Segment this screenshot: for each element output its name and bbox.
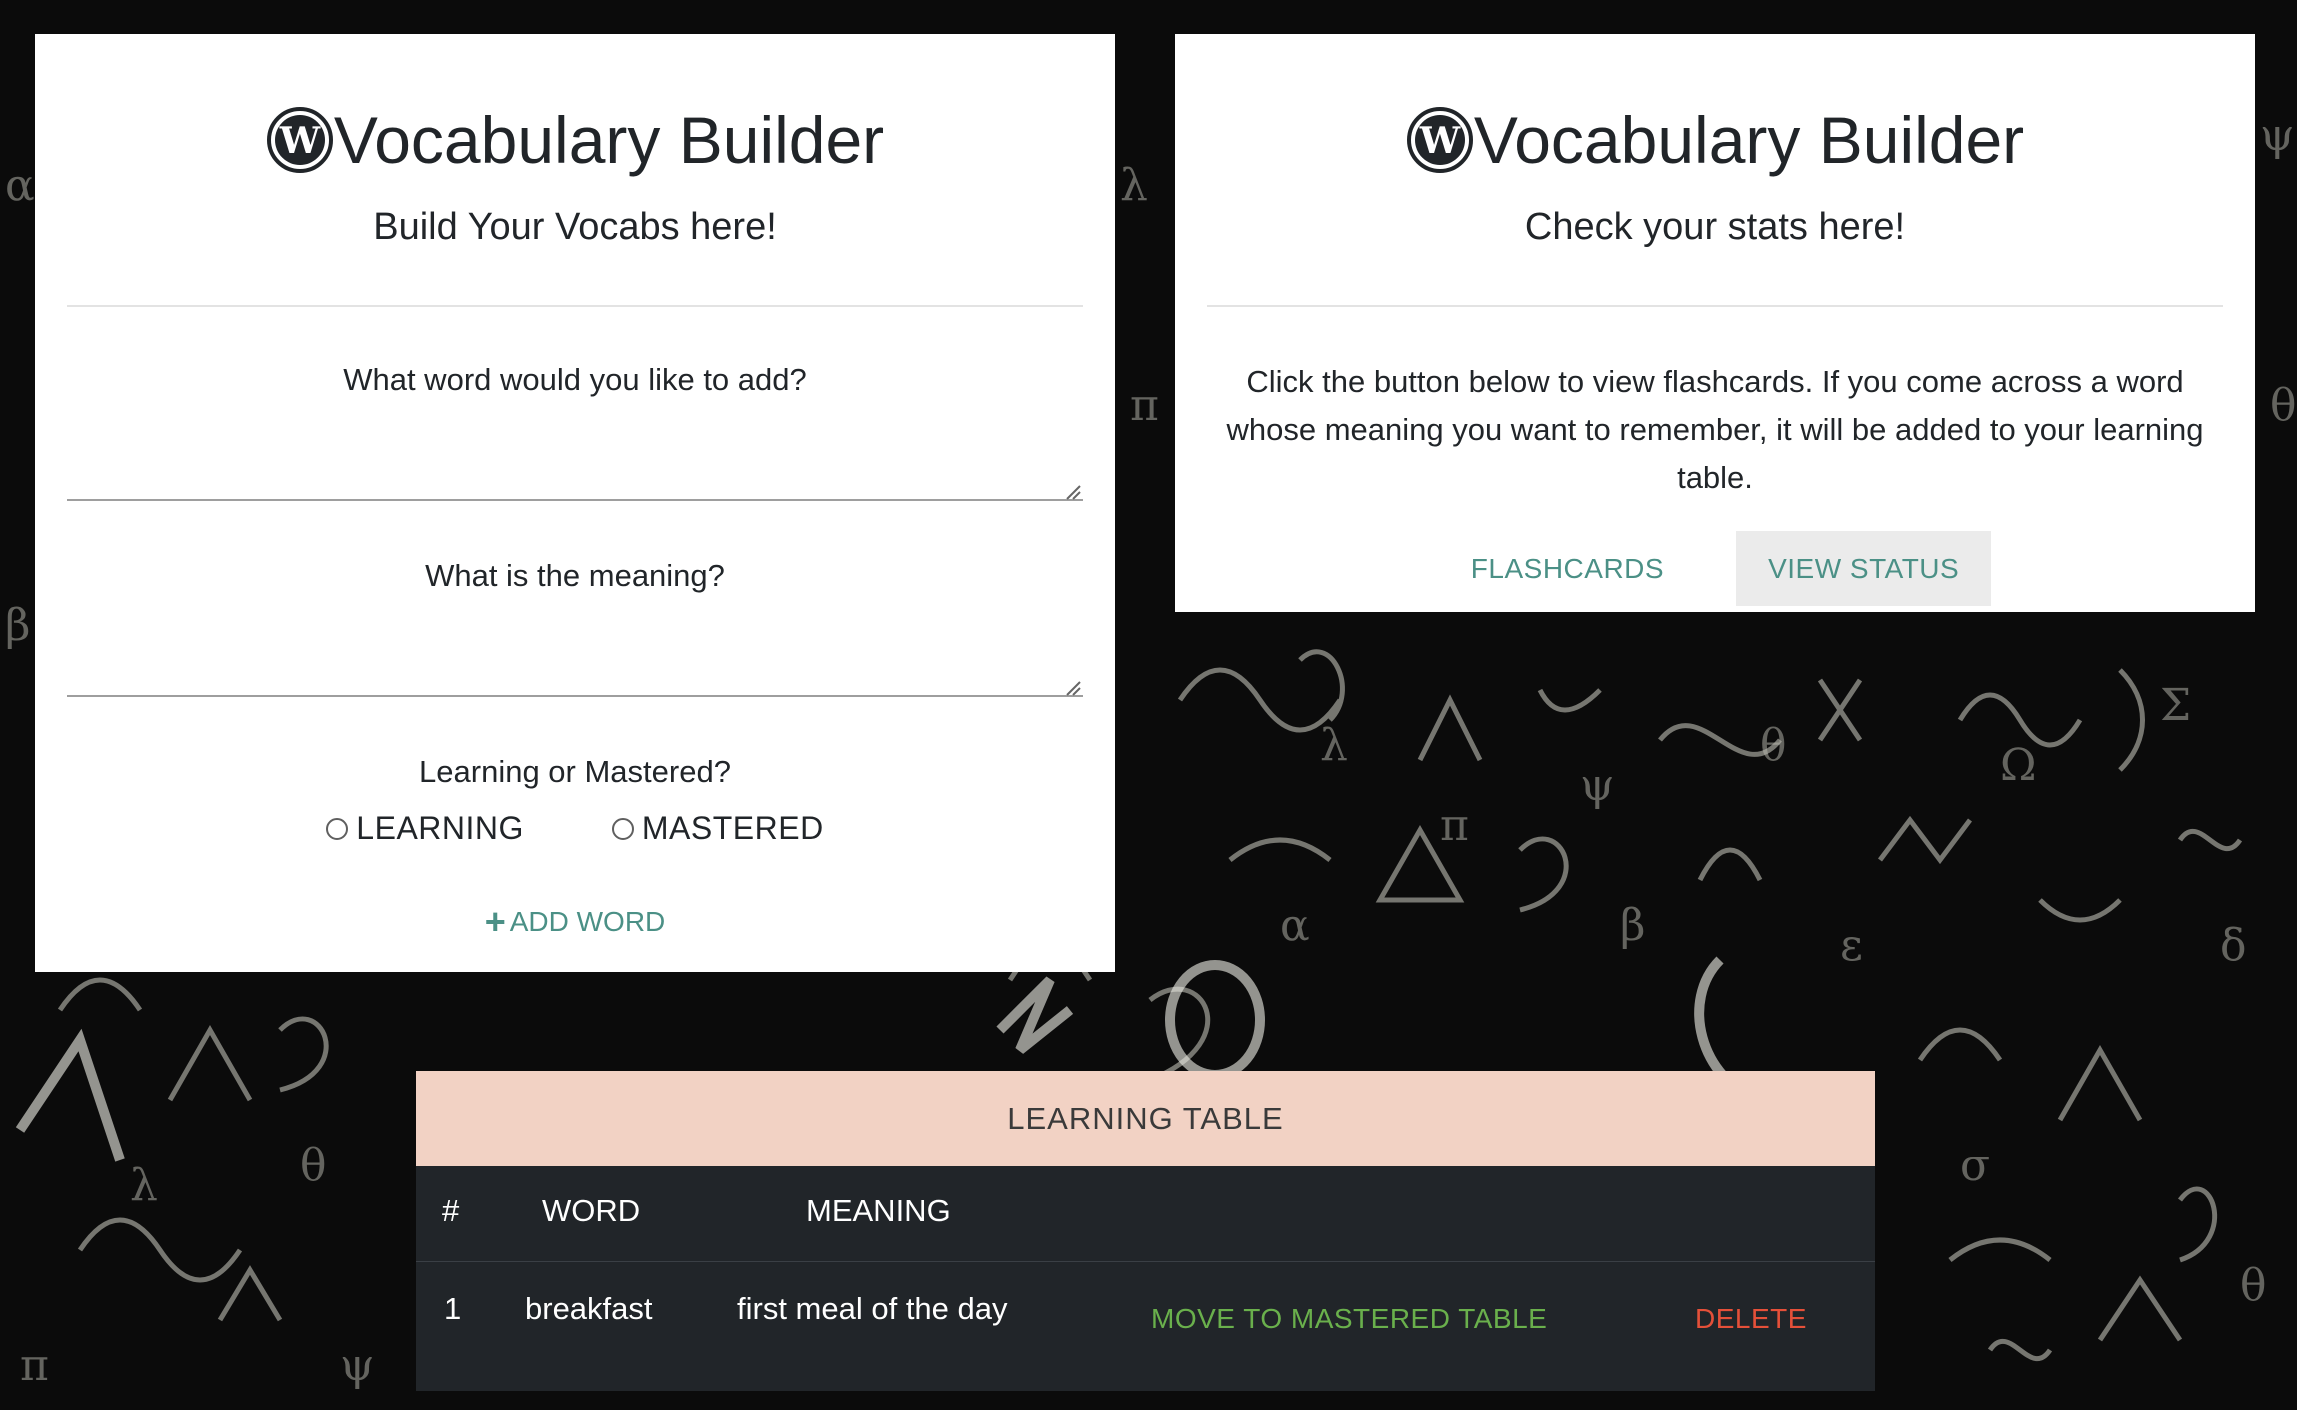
wordpress-icon: W — [266, 107, 333, 173]
svg-text:β: β — [5, 600, 30, 651]
add-word-label: ADD WORD — [509, 906, 666, 937]
status-label: Learning or Mastered? — [419, 754, 731, 789]
svg-text:π: π — [1130, 380, 1159, 431]
column-header-index: # — [442, 1193, 460, 1228]
svg-text:ε: ε — [1840, 920, 1863, 971]
svg-text:λ: λ — [1320, 720, 1348, 771]
radio-button[interactable] — [326, 817, 349, 840]
meaning-label: What is the meaning? — [425, 558, 725, 593]
resize-grip-icon[interactable] — [1065, 484, 1081, 500]
add-word-button[interactable]: + ADD WORD — [35, 901, 1115, 942]
wordpress-icon: W — [1406, 107, 1473, 173]
divider — [1207, 305, 2223, 307]
word-label: What word would you like to add? — [343, 362, 807, 397]
divider — [67, 305, 1083, 307]
svg-text:ψ: ψ — [2260, 110, 2295, 161]
radio-button[interactable] — [611, 817, 634, 840]
resize-grip-icon[interactable] — [1065, 680, 1081, 696]
radio-mastered[interactable]: MASTERED — [611, 810, 824, 847]
stats-card-header: W Vocabulary Builder — [1175, 100, 2255, 180]
add-word-card: W Vocabulary Builder Build Your Vocabs h… — [35, 34, 1115, 972]
status-radio-group: LEARNING MASTERED — [35, 810, 1115, 847]
svg-text:θ: θ — [2240, 1260, 2267, 1311]
add-card-subtitle: Build Your Vocabs here! — [373, 206, 777, 248]
radio-mastered-label: MASTERED — [641, 810, 824, 846]
svg-text:π: π — [1440, 800, 1469, 851]
svg-text:Σ: Σ — [2160, 680, 2191, 731]
view-status-button[interactable]: VIEW STATUS — [1736, 531, 1992, 606]
svg-text:π: π — [20, 1340, 49, 1391]
svg-text:β: β — [1620, 900, 1645, 951]
word-input[interactable] — [67, 437, 1083, 501]
svg-text:Ω: Ω — [2000, 740, 2036, 791]
column-header-word: WORD — [542, 1193, 641, 1228]
radio-learning-label: LEARNING — [356, 810, 524, 846]
svg-text:α: α — [1280, 900, 1310, 951]
svg-text:λ: λ — [130, 1160, 158, 1211]
row-divider — [416, 1261, 1875, 1262]
row-word: breakfast — [525, 1291, 653, 1326]
learning-table-title: LEARNING TABLE — [416, 1071, 1875, 1166]
plus-icon: + — [484, 901, 506, 942]
svg-text:θ: θ — [1760, 720, 1787, 771]
svg-text:λ: λ — [1120, 160, 1148, 211]
move-to-mastered-button[interactable]: MOVE TO MASTERED TABLE — [1151, 1303, 1547, 1335]
row-meaning: first meal of the day — [737, 1291, 1008, 1326]
svg-text:ψ: ψ — [1580, 760, 1615, 811]
column-header-meaning: MEANING — [806, 1193, 951, 1228]
svg-text:ψ: ψ — [340, 1340, 375, 1391]
svg-text:σ: σ — [1960, 1140, 1990, 1191]
meaning-input[interactable] — [67, 633, 1083, 697]
flashcards-button[interactable]: FLASHCARDS — [1439, 531, 1696, 606]
svg-text:θ: θ — [2270, 380, 2297, 431]
delete-button[interactable]: DELETE — [1695, 1303, 1807, 1335]
add-card-header: W Vocabulary Builder — [35, 100, 1115, 180]
svg-text:W: W — [279, 120, 321, 162]
svg-text:θ: θ — [300, 1140, 327, 1191]
svg-text:α: α — [5, 160, 35, 211]
row-index: 1 — [444, 1291, 462, 1326]
stats-card: W Vocabulary Builder Check your stats he… — [1175, 34, 2255, 612]
stats-description: Click the button below to view flashcard… — [1226, 364, 2204, 495]
radio-learning[interactable]: LEARNING — [326, 810, 524, 847]
app-title: Vocabulary Builder — [1473, 103, 2025, 177]
stats-card-subtitle: Check your stats here! — [1524, 206, 1906, 248]
stats-button-row: FLASHCARDS VIEW STATUS — [1175, 531, 2255, 606]
app-title: Vocabulary Builder — [333, 103, 885, 177]
learning-table: LEARNING TABLE # WORD MEANING 1 breakfas… — [416, 1071, 1875, 1391]
svg-text:δ: δ — [2220, 920, 2247, 971]
svg-text:W: W — [1419, 120, 1461, 162]
